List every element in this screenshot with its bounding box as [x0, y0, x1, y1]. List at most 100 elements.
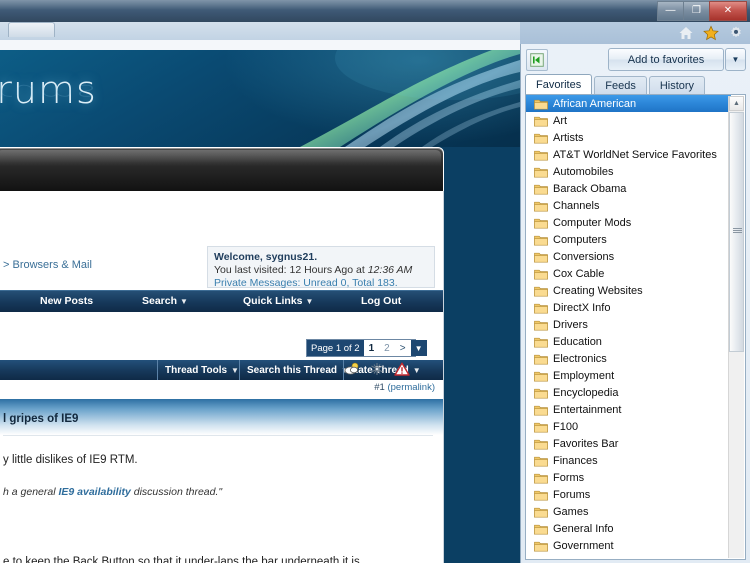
add-to-favorites-dropdown[interactable]: ▼ [725, 48, 746, 71]
forum-banner-title-reflection: orums [0, 79, 97, 104]
folder-icon [534, 422, 548, 433]
post-line-3: e to keep the Back Button so that it und… [3, 556, 360, 563]
restore-button[interactable]: ❐ [683, 1, 709, 21]
favorites-scrollbar[interactable]: ▲ [728, 96, 744, 558]
nav-item-new-posts-label: New Posts [40, 295, 94, 307]
thread-tools-button[interactable]: Thread Tools ▼ [157, 360, 246, 380]
favorites-item-label: Forums [553, 488, 591, 501]
favorites-item-games[interactable]: Games [526, 503, 731, 520]
favorites-item-drivers[interactable]: Drivers [526, 316, 731, 333]
favorites-item-label: F100 [553, 420, 579, 433]
private-messages-link[interactable]: Private Messages: Unread 0, Total 183. [214, 277, 398, 289]
close-button[interactable]: ✕ [709, 1, 747, 21]
welcome-box: Welcome, sygnus21. You last visited: 12 … [207, 246, 435, 289]
post-status-icons [344, 362, 410, 376]
tab-favorites[interactable]: Favorites [525, 74, 593, 95]
favorites-item-encyclopedia[interactable]: Encyclopedia [526, 384, 731, 401]
favorites-item-f100[interactable]: F100 [526, 418, 731, 435]
favorites-item-entertainment[interactable]: Entertainment [526, 401, 731, 418]
nav-item-quick-links[interactable]: Quick Links ▼ [243, 295, 313, 307]
scrollbar-thumb[interactable] [729, 112, 744, 352]
favorites-star-icon[interactable] [703, 25, 719, 41]
folder-icon [534, 371, 548, 382]
dock-pin-icon[interactable] [526, 49, 548, 71]
folder-icon [534, 456, 548, 467]
chevron-down-icon: ▼ [180, 297, 188, 306]
pagination-control: Page 1 of 2 1 2 > ▼ [306, 339, 427, 357]
title-bar-sheen [0, 0, 750, 10]
ie9-availability-link[interactable]: IE9 availability [58, 486, 130, 498]
favorites-item-forms[interactable]: Forms [526, 469, 731, 486]
tools-gear-icon[interactable] [728, 25, 744, 41]
favorites-item-finances[interactable]: Finances [526, 452, 731, 469]
favorites-item-conversions[interactable]: Conversions [526, 248, 731, 265]
favorites-item-label: Art [553, 114, 568, 127]
forum-content-container: > Browsers & Mail Welcome, sygnus21. You… [0, 191, 444, 563]
minimize-button[interactable]: — [657, 1, 683, 21]
pagination-page-2[interactable]: 2 [379, 340, 395, 356]
favorites-item-cox-cable[interactable]: Cox Cable [526, 265, 731, 282]
chevron-down-icon: ▼ [231, 365, 239, 375]
breadcrumb[interactable]: > Browsers & Mail [3, 259, 92, 271]
tab-feeds[interactable]: Feeds [594, 76, 647, 95]
favorites-item-at-t-worldnet-service-favorites[interactable]: AT&T WorldNet Service Favorites [526, 146, 731, 163]
favorites-item-government[interactable]: Government [526, 537, 731, 554]
favorites-item-label: Forms [553, 471, 585, 484]
post-title: l gripes of IE9 [3, 413, 79, 425]
favorites-item-label: Education [553, 335, 602, 348]
favorites-item-employment[interactable]: Employment [526, 367, 731, 384]
favorites-item-general-info[interactable]: General Info [526, 520, 731, 537]
favorites-item-african-american[interactable]: African American [526, 95, 731, 112]
favorites-panel: Add to favorites ▼ Favorites Feeds Histo… [520, 44, 750, 563]
favorites-item-favorites-bar[interactable]: Favorites Bar [526, 435, 731, 452]
pagination-dropdown-button[interactable]: ▼ [410, 340, 427, 356]
pagination-page-1[interactable]: 1 [364, 340, 380, 356]
folder-icon [534, 354, 548, 365]
title-bar [0, 0, 750, 22]
favorites-item-label: Games [553, 505, 589, 518]
favorites-item-label: Electronics [553, 352, 607, 365]
add-to-favorites-button[interactable]: Add to favorites [608, 48, 724, 71]
favorites-item-electronics[interactable]: Electronics [526, 350, 731, 367]
folder-icon [534, 269, 548, 280]
favorites-item-computer-mods[interactable]: Computer Mods [526, 214, 731, 231]
close-icon: ✕ [723, 5, 733, 16]
folder-icon [534, 99, 548, 110]
welcome-username: sygnus21. [265, 251, 318, 263]
favorites-item-label: Entertainment [553, 403, 622, 416]
dock-pin-arrow-icon [530, 53, 544, 67]
favorites-item-computers[interactable]: Computers [526, 231, 731, 248]
nav-item-quick-links-label: Quick Links [243, 295, 303, 307]
restore-icon: ❐ [692, 5, 701, 16]
favorites-list-rows: African American Art Artists AT&T WorldNet … [526, 95, 731, 554]
post-divider [3, 435, 433, 436]
home-icon[interactable] [678, 25, 694, 41]
favorites-item-creating-websites[interactable]: Creating Websites [526, 282, 731, 299]
favorites-item-label: DirectX Info [553, 301, 611, 314]
favorites-item-label: AT&T WorldNet Service Favorites [553, 148, 717, 161]
folder-icon [534, 405, 548, 416]
scroll-up-arrow-icon[interactable]: ▲ [729, 96, 744, 111]
folder-icon [534, 116, 548, 127]
favorites-item-automobiles[interactable]: Automobiles [526, 163, 731, 180]
favorites-item-artists[interactable]: Artists [526, 129, 731, 146]
favorites-item-channels[interactable]: Channels [526, 197, 731, 214]
favorites-list[interactable]: African American Art Artists AT&T WorldNet … [525, 94, 746, 560]
favorites-panel-header: Add to favorites ▼ [521, 44, 750, 74]
favorites-item-forums[interactable]: Forums [526, 486, 731, 503]
nav-item-new-posts[interactable]: New Posts [40, 295, 93, 307]
warning-triangle-icon [394, 362, 410, 376]
favorites-item-directx-info[interactable]: DirectX Info [526, 299, 731, 316]
nav-item-search[interactable]: Search ▼ [142, 295, 188, 307]
browser-tab[interactable] [8, 22, 55, 37]
forum-dark-header-bar [0, 147, 444, 193]
favorites-item-art[interactable]: Art [526, 112, 731, 129]
favorites-item-education[interactable]: Education [526, 333, 731, 350]
search-this-thread-button[interactable]: Search this Thread▼ [239, 360, 356, 380]
permalink-link[interactable]: (permalink) [387, 382, 435, 393]
favorites-item-barack-obama[interactable]: Barack Obama [526, 180, 731, 197]
nav-item-log-out[interactable]: Log Out [361, 295, 401, 307]
pagination-next-button[interactable]: > [395, 340, 411, 356]
favorites-item-label: Conversions [553, 250, 615, 263]
tab-history[interactable]: History [648, 76, 706, 95]
